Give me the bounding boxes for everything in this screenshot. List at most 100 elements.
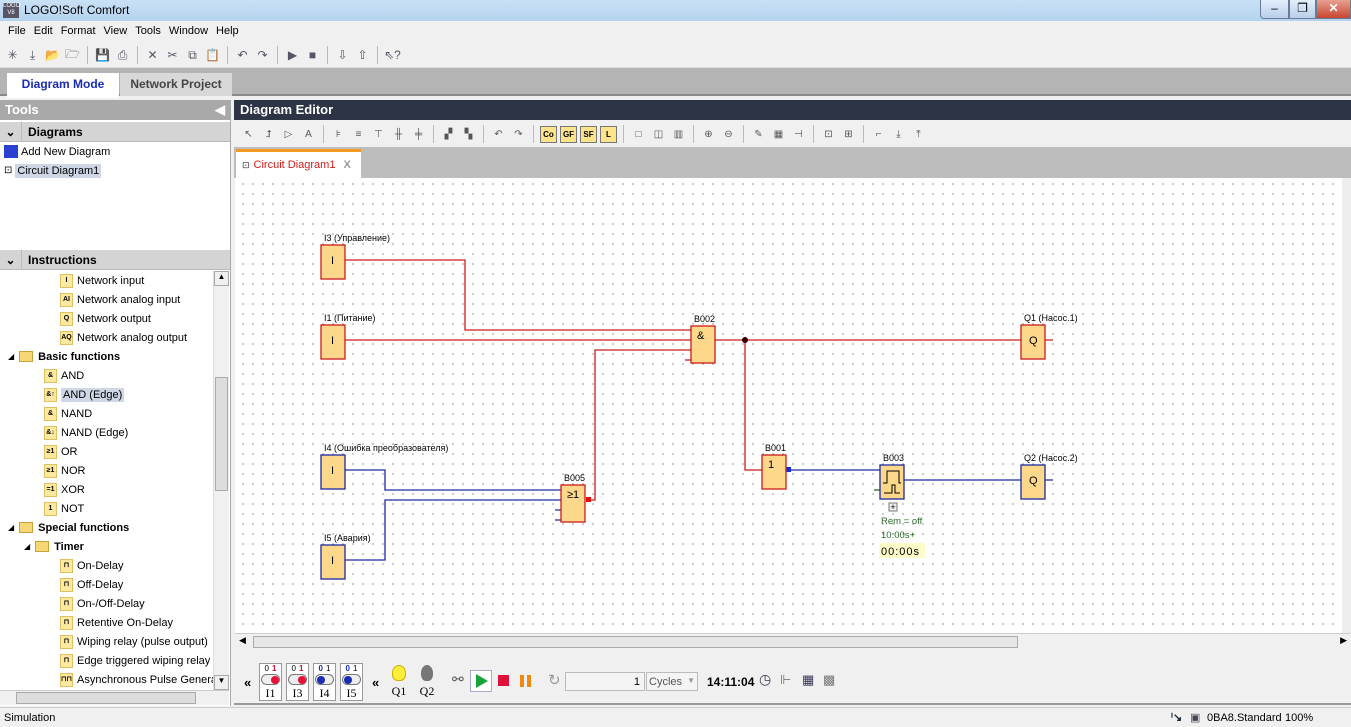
insert-co-button[interactable]: Co xyxy=(540,125,557,143)
cut-icon[interactable]: ✂ xyxy=(164,47,181,64)
insert-gf-button[interactable]: GF xyxy=(560,125,577,143)
undo-icon[interactable]: ↶ xyxy=(234,47,251,64)
tab-network-project[interactable]: Network Project xyxy=(120,73,232,96)
toggle-icon[interactable] xyxy=(315,674,334,685)
split-view-icon[interactable]: ◫ xyxy=(650,126,667,143)
block-b003[interactable]: B003 xyxy=(879,453,905,500)
ungroup-icon[interactable]: ▚ xyxy=(460,126,477,143)
refresh-icon[interactable]: ↻ xyxy=(548,671,561,689)
simulation-icon[interactable]: ⊡ xyxy=(820,126,837,143)
block-numbering-icon[interactable]: ▦ xyxy=(770,126,787,143)
tree-item[interactable]: Q Network output xyxy=(60,309,151,328)
scroll-right-icon[interactable]: ▶ xyxy=(1340,635,1347,646)
open-icon[interactable]: 📂 xyxy=(44,47,61,64)
move-down-icon[interactable]: ⤓ xyxy=(890,126,907,143)
minimize-button[interactable]: – xyxy=(1260,0,1289,19)
block-q1[interactable]: Q1 (Насос.1) Q xyxy=(1020,313,1078,360)
scrollbar-thumb[interactable] xyxy=(215,377,228,491)
diagram-canvas[interactable]: I3 (Управление) I I1 (Питание) I I4 (Ошибка … xyxy=(235,178,1342,633)
align-top-icon[interactable]: ⊤ xyxy=(370,126,387,143)
tree-item[interactable]: I Network input xyxy=(60,271,144,290)
pencil-icon[interactable]: ✎ xyxy=(750,126,767,143)
pc-to-logo-icon[interactable]: ⇩ xyxy=(334,47,351,64)
menu-window[interactable]: Window xyxy=(165,22,212,42)
play-button[interactable] xyxy=(470,670,492,692)
table-icon[interactable]: ▦ xyxy=(802,672,814,688)
cycles-unit-select[interactable]: Cycles ▼ xyxy=(646,672,698,691)
save-icon[interactable]: 💾 xyxy=(94,47,111,64)
menu-edit[interactable]: Edit xyxy=(30,22,57,42)
tree-item[interactable]: &↓ NAND (Edge) xyxy=(44,423,128,442)
expand-toggle-icon[interactable]: ◢ xyxy=(8,523,14,532)
single-view-icon[interactable]: □ xyxy=(630,126,647,143)
new-icon[interactable]: ✳ xyxy=(4,47,21,64)
toggle-icon[interactable] xyxy=(342,674,361,685)
paste-icon[interactable]: 📋 xyxy=(204,47,221,64)
tree-item[interactable]: ⊓ On-Delay xyxy=(60,556,123,575)
scroll-down-icon[interactable]: ▼ xyxy=(214,675,229,690)
connect-icon[interactable]: ⮥ xyxy=(260,126,277,143)
block-b005[interactable]: B005 ≥1 xyxy=(560,473,586,523)
select-icon[interactable]: ↖ xyxy=(240,126,257,143)
canvas-hscrollbar[interactable]: ◀ ▶ xyxy=(235,633,1351,650)
pause-button[interactable] xyxy=(520,675,531,687)
tree-vscrollbar[interactable]: ▲ ▼ xyxy=(213,271,229,690)
tree-item[interactable]: ⊓ Wiping relay (pulse output) xyxy=(60,632,208,651)
context-help-icon[interactable]: ⇖? xyxy=(384,47,401,64)
collapse-panel-icon[interactable]: ◀ xyxy=(215,102,225,118)
tree-item[interactable]: ≥1 OR xyxy=(44,442,78,461)
scroll-left-icon[interactable]: ◀ xyxy=(239,635,246,646)
tree-folder[interactable]: ◢ Basic functions xyxy=(8,347,120,366)
move-up-icon[interactable]: ⤒ xyxy=(910,126,927,143)
insert-sf-button[interactable]: SF xyxy=(580,125,597,143)
scrollbar-thumb[interactable] xyxy=(16,692,196,704)
input-switch-i1[interactable]: 0 1 I1 xyxy=(259,663,282,701)
tab-circuit-diagram1[interactable]: ⊡ Circuit Diagram1 X xyxy=(236,149,361,178)
tree-item[interactable]: ≥1 NOR xyxy=(44,461,85,480)
stop-sim-icon[interactable]: ■ xyxy=(304,47,321,64)
grid-icon[interactable]: ▩ xyxy=(823,672,835,688)
constants-icon[interactable]: ▷ xyxy=(280,126,297,143)
text-icon[interactable]: A xyxy=(300,126,317,143)
triple-view-icon[interactable]: ▥ xyxy=(670,126,687,143)
stop-button[interactable] xyxy=(498,675,509,686)
menu-file[interactable]: File xyxy=(4,22,30,42)
block-b002[interactable]: B002 & xyxy=(690,314,716,364)
cut-connection-icon[interactable]: ⊣ xyxy=(790,126,807,143)
tree-item[interactable]: & AND xyxy=(44,366,84,385)
toggle-icon[interactable] xyxy=(261,674,280,685)
tab-diagram-mode[interactable]: Diagram Mode xyxy=(7,73,119,98)
toggle-icon[interactable] xyxy=(288,674,307,685)
input-switch-i3[interactable]: 0 1 I3 xyxy=(286,663,309,701)
align-center-v-icon[interactable]: ╫ xyxy=(390,126,407,143)
zoom-out-icon[interactable]: ⊖ xyxy=(720,126,737,143)
tree-item[interactable]: & NAND xyxy=(44,404,92,423)
group-icon[interactable]: ▞ xyxy=(440,126,457,143)
clock-icon[interactable]: ◷ xyxy=(759,671,771,688)
redo-icon[interactable]: ↷ xyxy=(254,47,271,64)
logo-to-pc-icon[interactable]: ⇧ xyxy=(354,47,371,64)
route-icon[interactable]: ⌐ xyxy=(870,126,887,143)
block-i3[interactable]: I3 (Управление) I xyxy=(320,233,390,280)
tree-item[interactable]: &↑ AND (Edge) xyxy=(44,385,125,404)
add-new-diagram[interactable]: Add New Diagram xyxy=(0,142,230,161)
open-folder-icon[interactable]: 🗁 xyxy=(64,47,81,64)
tree-item[interactable]: ⊓ Retentive On-Delay xyxy=(60,613,173,632)
copy-icon[interactable]: ⧉ xyxy=(184,47,201,64)
redo-icon[interactable]: ↷ xyxy=(510,126,527,143)
info-icon[interactable]: ⁱ↘ xyxy=(1171,711,1182,724)
align-center-h-icon[interactable]: ╪ xyxy=(410,126,427,143)
input-switch-i4[interactable]: 0 1 I4 xyxy=(313,663,336,701)
online-test-icon[interactable]: ⊞ xyxy=(840,126,857,143)
tree-item[interactable]: AI Network analog input xyxy=(60,290,180,309)
tree-item[interactable]: ⊓ Edge triggered wiping relay xyxy=(60,651,210,670)
tree-item[interactable]: ⊓⊓ Asynchronous Pulse Genera xyxy=(60,670,213,689)
close-tab-icon[interactable]: X xyxy=(343,159,350,171)
tree-folder[interactable]: ◢ Special functions xyxy=(8,518,129,537)
scrollbar-thumb[interactable] xyxy=(253,636,1018,648)
download-icon[interactable]: ⤓ xyxy=(24,47,41,64)
tree-item[interactable]: =1 XOR xyxy=(44,480,85,499)
start-sim-icon[interactable]: ▶ xyxy=(284,47,301,64)
block-i5[interactable]: I5 (Авария) I xyxy=(320,533,371,580)
align-right-icon[interactable]: ≡ xyxy=(350,126,367,143)
